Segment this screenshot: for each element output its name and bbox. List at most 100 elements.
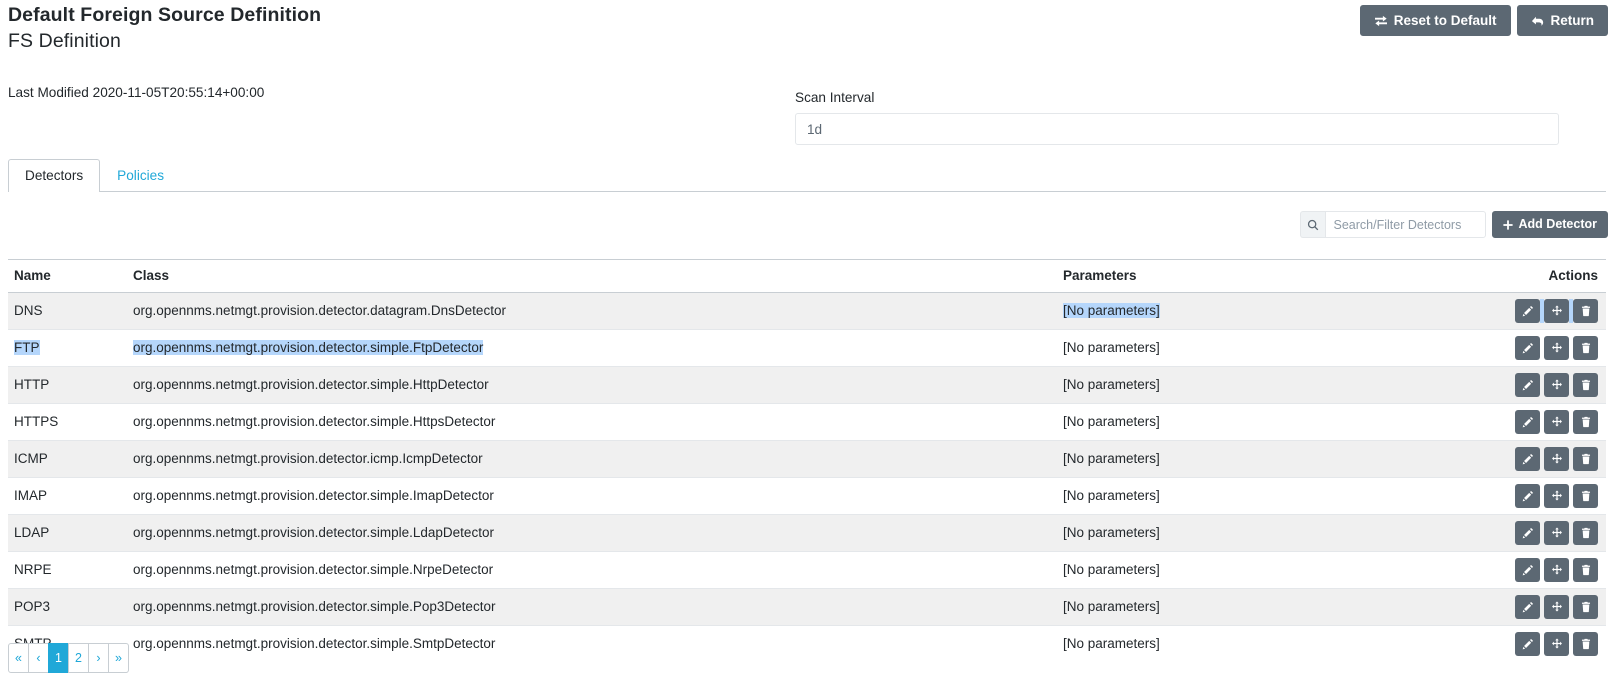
row-action-group: [1515, 373, 1598, 397]
page-title: Default Foreign Source Definition: [8, 2, 321, 28]
cell-parameters: [No parameters]: [1063, 367, 1453, 404]
move-detector-button[interactable]: [1544, 373, 1569, 397]
delete-detector-button[interactable]: [1573, 373, 1598, 397]
delete-detector-button[interactable]: [1573, 447, 1598, 471]
table-row: SMTPorg.opennms.netmgt.provision.detecto…: [8, 626, 1606, 663]
delete-detector-button[interactable]: [1573, 558, 1598, 582]
pencil-icon: [1522, 305, 1534, 317]
detectors-table-wrap: Name Class Parameters Actions DNSorg.ope…: [8, 259, 1606, 662]
pagination-link[interactable]: »: [108, 643, 129, 673]
move-detector-button[interactable]: [1544, 484, 1569, 508]
edit-detector-button[interactable]: [1515, 484, 1540, 508]
edit-detector-button[interactable]: [1515, 410, 1540, 434]
table-row: POP3 org.opennms.netmgt.provision.detecto…: [8, 589, 1606, 626]
detector-parameters: [No parameters]: [1063, 636, 1160, 651]
delete-detector-button[interactable]: [1573, 595, 1598, 619]
cell-class: org.opennms.netmgt.provision.detector.si…: [133, 478, 1063, 515]
cell-name: DNS: [8, 293, 133, 330]
add-detector-button[interactable]: Add Detector: [1492, 211, 1608, 238]
row-action-group: [1515, 521, 1598, 545]
table-row: FTP org.opennms.netmgt.provision.detector…: [8, 330, 1606, 367]
move-detector-button[interactable]: [1544, 521, 1569, 545]
detector-parameters: [No parameters]: [1063, 525, 1160, 540]
cell-parameters: [No parameters]: [1063, 293, 1453, 330]
detector-class: org.opennms.netmgt.provision.detector.si…: [133, 599, 495, 614]
cell-class: org.opennms.netmgt.provision.detector.si…: [133, 589, 1063, 626]
pagination-link[interactable]: «: [8, 643, 29, 673]
row-action-group: [1515, 484, 1598, 508]
cell-name: IMAP: [8, 478, 133, 515]
detector-class: org.opennms.netmgt.provision.detector.ic…: [133, 451, 483, 466]
detector-class: org.opennms.netmgt.provision.detector.si…: [133, 525, 494, 540]
search-group: [1300, 211, 1486, 238]
edit-detector-button[interactable]: [1515, 558, 1540, 582]
detector-name: DNS: [14, 303, 43, 318]
column-header-name: Name: [8, 260, 133, 293]
edit-detector-button[interactable]: [1515, 299, 1540, 323]
edit-detector-button[interactable]: [1515, 373, 1540, 397]
detector-parameters: [No parameters]: [1063, 377, 1160, 392]
return-button[interactable]: Return: [1517, 5, 1609, 36]
tab-policies[interactable]: Policies: [100, 159, 181, 192]
delete-detector-button[interactable]: [1573, 521, 1598, 545]
pencil-icon: [1522, 490, 1534, 502]
tab-bar: Detectors Policies: [8, 159, 1606, 192]
pencil-icon: [1522, 416, 1534, 428]
trash-icon: [1580, 564, 1592, 576]
delete-detector-button[interactable]: [1573, 410, 1598, 434]
move-detector-button[interactable]: [1544, 410, 1569, 434]
trash-icon: [1580, 601, 1592, 613]
pagination-link[interactable]: 1: [48, 643, 69, 673]
detector-parameters: [No parameters]: [1063, 340, 1160, 355]
cell-name: FTP: [8, 330, 133, 367]
move-detector-button[interactable]: [1544, 632, 1569, 656]
edit-detector-button[interactable]: [1515, 595, 1540, 619]
delete-detector-button[interactable]: [1573, 484, 1598, 508]
delete-detector-button[interactable]: [1573, 299, 1598, 323]
cell-name: NRPE: [8, 552, 133, 589]
pagination-link[interactable]: ‹: [28, 643, 49, 673]
move-detector-button[interactable]: [1544, 558, 1569, 582]
cell-class: org.opennms.netmgt.provision.detector.si…: [133, 515, 1063, 552]
tab-detectors[interactable]: Detectors: [8, 159, 100, 192]
pagination-link[interactable]: 2: [68, 643, 89, 673]
detector-name: FTP: [14, 340, 40, 355]
delete-detector-button[interactable]: [1573, 336, 1598, 360]
detector-name: ICMP: [14, 451, 48, 466]
pencil-icon: [1522, 453, 1534, 465]
edit-detector-button[interactable]: [1515, 632, 1540, 656]
detector-name: HTTPS: [14, 414, 58, 429]
reset-to-default-button[interactable]: Reset to Default: [1360, 5, 1511, 36]
pencil-icon: [1522, 379, 1534, 391]
row-action-group: [1515, 410, 1598, 434]
cell-class: org.opennms.netmgt.provision.detector.si…: [133, 330, 1063, 367]
search-input[interactable]: [1325, 211, 1486, 238]
trash-icon: [1580, 416, 1592, 428]
delete-detector-button[interactable]: [1573, 632, 1598, 656]
move-detector-button[interactable]: [1544, 336, 1569, 360]
move-detector-button[interactable]: [1544, 447, 1569, 471]
move-detector-button[interactable]: [1544, 299, 1569, 323]
table-row: NRPEorg.opennms.netmgt.provision.detecto…: [8, 552, 1606, 589]
table-row: DNSorg.opennms.netmgt.provision.detector…: [8, 293, 1606, 330]
edit-detector-button[interactable]: [1515, 521, 1540, 545]
pagination-link[interactable]: ›: [88, 643, 109, 673]
detector-name: POP3: [14, 599, 50, 614]
page-subtitle: FS Definition: [8, 28, 321, 54]
cell-parameters: [No parameters]: [1063, 330, 1453, 367]
edit-detector-button[interactable]: [1515, 336, 1540, 360]
arrows-move-icon: [1551, 564, 1563, 576]
detector-name: HTTP: [14, 377, 49, 392]
scan-interval-block: Scan Interval: [795, 89, 1559, 145]
table-row: HTTPSorg.opennms.netmgt.provision.detect…: [8, 404, 1606, 441]
edit-detector-button[interactable]: [1515, 447, 1540, 471]
cell-class: org.opennms.netmgt.provision.detector.si…: [133, 367, 1063, 404]
arrows-move-icon: [1551, 527, 1563, 539]
trash-icon: [1580, 453, 1592, 465]
cell-actions: [1453, 478, 1606, 515]
arrows-move-icon: [1551, 342, 1563, 354]
move-detector-button[interactable]: [1544, 595, 1569, 619]
table-row: IMAPorg.opennms.netmgt.provision.detecto…: [8, 478, 1606, 515]
row-action-group: [1515, 447, 1598, 471]
scan-interval-input[interactable]: [795, 113, 1559, 145]
